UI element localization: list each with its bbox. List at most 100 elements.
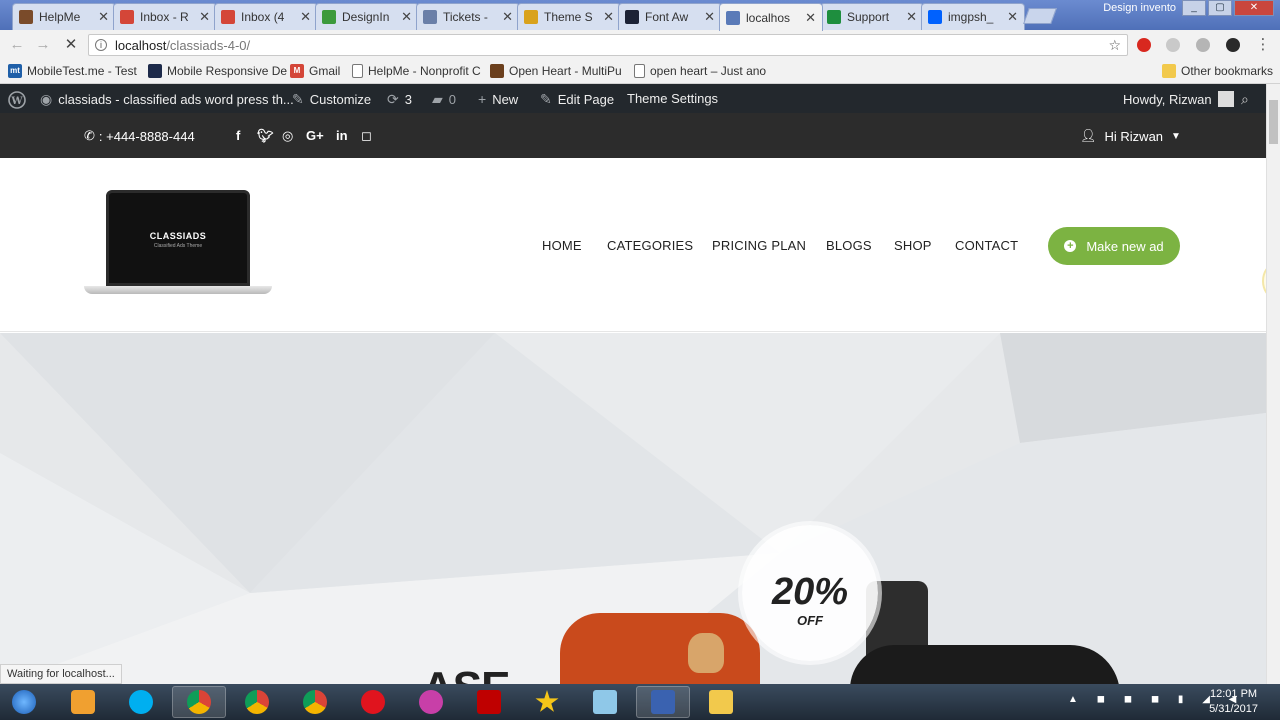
wp-theme-settings[interactable]: Theme Settings	[627, 91, 718, 106]
linkedin-icon[interactable]: in	[336, 128, 348, 143]
avatar	[1217, 91, 1234, 107]
clock-date: 5/31/2017	[1209, 703, 1258, 715]
bookmark-item[interactable]: mt MobileTest.me - Test	[8, 64, 137, 78]
opera-extension-icon[interactable]	[1137, 38, 1151, 52]
browser-profile-name[interactable]: Design invento	[1103, 2, 1176, 14]
close-tab-icon[interactable]: ✕	[1007, 9, 1018, 25]
taskbar-chrome-icon-3[interactable]	[288, 686, 342, 718]
windows-taskbar: ▲ ◼ ◼ ◼ ▮ ◢ ◀ 12:01 PM 5/31/2017	[0, 684, 1280, 720]
taskbar-explorer-icon[interactable]	[694, 686, 748, 718]
dribbble-icon[interactable]: ◎	[282, 128, 293, 144]
bookmark-item[interactable]: M Gmail	[290, 64, 340, 78]
taskbar-notes-icon[interactable]	[578, 686, 632, 718]
nav-item-contact[interactable]: CONTACT	[955, 238, 1018, 253]
taskbar-filezilla-icon[interactable]	[462, 686, 516, 718]
extension-icon[interactable]	[1196, 38, 1210, 52]
system-clock[interactable]: 12:01 PM 5/31/2017	[1209, 687, 1258, 717]
browser-tab[interactable]: Support ✕	[820, 3, 924, 30]
close-tab-icon[interactable]: ✕	[401, 9, 412, 25]
wp-new[interactable]: + New	[478, 91, 518, 107]
close-tab-icon[interactable]: ✕	[300, 9, 311, 25]
wp-howdy[interactable]: Howdy, Rizwan	[1123, 91, 1234, 107]
nav-item-home[interactable]: HOME	[542, 238, 582, 253]
taskbar-media-player-icon[interactable]	[56, 686, 110, 718]
dashboard-icon: ◉	[40, 91, 53, 107]
nav-item-categories[interactable]: CATEGORIES	[607, 238, 693, 253]
wp-site-name[interactable]: ◉ classiads - classified ads word press …	[40, 91, 294, 108]
close-tab-icon[interactable]: ✕	[906, 9, 917, 25]
close-tab-icon[interactable]: ✕	[805, 10, 816, 26]
menu-icon[interactable]: ⋮	[1254, 36, 1272, 54]
scrollbar-thumb[interactable]	[1269, 100, 1278, 144]
wp-search-icon[interactable]: ⌕	[1241, 91, 1249, 108]
taskbar-skype-icon[interactable]	[114, 686, 168, 718]
back-arrow-icon[interactable]: ←	[8, 36, 26, 54]
new-tab-button[interactable]	[1023, 8, 1057, 24]
wp-comments[interactable]: ▰ 0	[432, 91, 456, 108]
stop-loading-icon[interactable]: ✕	[62, 36, 80, 54]
close-tab-icon[interactable]: ✕	[502, 9, 513, 25]
facebook-icon[interactable]: f	[236, 128, 240, 143]
bookmark-item[interactable]: Open Heart - MultiPu	[490, 64, 622, 78]
other-bookmarks-label: Other bookmarks	[1181, 64, 1274, 78]
bookmark-item[interactable]: open heart – Just ano	[634, 64, 766, 78]
globe-extension-icon[interactable]	[1166, 38, 1180, 52]
tab-title: Inbox (4	[241, 10, 285, 24]
page-scrollbar[interactable]	[1266, 84, 1280, 685]
wp-customize[interactable]: ✎ Customize	[292, 91, 371, 108]
wp-updates[interactable]: ⟳ 3	[387, 91, 412, 108]
nav-item-blogs[interactable]: BLOGS	[826, 238, 872, 253]
browser-tab[interactable]: DesignIn ✕	[315, 3, 419, 30]
close-window-button[interactable]: ✕	[1234, 0, 1274, 16]
address-bar[interactable]: i localhost/classiads-4-0/ ☆	[88, 34, 1128, 56]
dropbox-icon	[928, 10, 942, 24]
site-logo[interactable]: CLASSIADS Classified Ads Theme	[84, 190, 272, 296]
twitter-icon[interactable]: 🐦︎	[257, 128, 274, 144]
wp-edit-page[interactable]: ✎ Edit Page	[540, 91, 614, 108]
taskbar-star-icon[interactable]	[520, 686, 574, 718]
browser-tab[interactable]: HelpMe ✕	[12, 3, 116, 30]
make-new-ad-button[interactable]: + Make new ad	[1048, 227, 1180, 265]
tab-title: Tickets -	[443, 10, 488, 24]
bookmark-item[interactable]: HelpMe - Nonprofit C	[352, 64, 481, 78]
close-tab-icon[interactable]: ✕	[704, 9, 715, 25]
bookmark-star-icon[interactable]: ☆	[1108, 37, 1121, 54]
laptop-screen: CLASSIADS Classified Ads Theme	[106, 190, 250, 286]
info-icon[interactable]: i	[95, 39, 107, 51]
start-button[interactable]	[0, 686, 48, 718]
clock-time: 12:01 PM	[1209, 688, 1258, 700]
wordpress-logo-icon[interactable]: W	[8, 91, 26, 109]
close-tab-icon[interactable]: ✕	[98, 9, 109, 25]
browser-tab[interactable]: imgpsh_ ✕	[921, 3, 1025, 30]
taskbar-opera-icon[interactable]	[346, 686, 400, 718]
taskbar-app-icon[interactable]	[404, 686, 458, 718]
google-plus-icon[interactable]: G+	[306, 128, 324, 143]
browser-tab[interactable]: Inbox - R ✕	[113, 3, 217, 30]
wp-theme-settings-label: Theme Settings	[627, 91, 719, 106]
user-menu[interactable]: 👤︎ Hi Rizwan ▼	[1080, 128, 1181, 144]
browser-tab[interactable]: Theme S ✕	[517, 3, 621, 30]
close-tab-icon[interactable]: ✕	[199, 9, 210, 25]
other-bookmarks[interactable]: Other bookmarks	[1162, 64, 1273, 78]
maximize-button[interactable]: ▢	[1208, 0, 1232, 16]
openheart-icon	[490, 64, 504, 78]
bookmark-item[interactable]: Mobile Responsive De	[148, 64, 287, 78]
browser-tab[interactable]: localhos ✕	[719, 3, 823, 31]
sheets-icon	[827, 10, 841, 24]
taskbar-chrome-icon-2[interactable]	[230, 686, 284, 718]
instagram-icon[interactable]: ◻	[361, 128, 372, 144]
nav-item-pricing-plan[interactable]: PRICING PLAN	[712, 238, 806, 253]
browser-tab[interactable]: Inbox (4 ✕	[214, 3, 318, 30]
close-tab-icon[interactable]: ✕	[603, 9, 614, 25]
browser-tab[interactable]: Tickets - ✕	[416, 3, 520, 30]
taskbar-chrome-icon[interactable]	[172, 686, 226, 718]
minimize-button[interactable]: _	[1182, 0, 1206, 16]
wp-howdy-label: Howdy, Rizwan	[1123, 91, 1212, 107]
promo-off: OFF	[797, 613, 823, 628]
bookmark-label: Open Heart - MultiPu	[509, 64, 622, 78]
browser-tab[interactable]: Font Aw ✕	[618, 3, 722, 30]
nav-item-shop[interactable]: SHOP	[894, 238, 932, 253]
forward-arrow-icon[interactable]: →	[34, 36, 52, 54]
taskbar-recorder-icon[interactable]	[636, 686, 690, 718]
color-picker-extension-icon[interactable]	[1226, 38, 1240, 52]
